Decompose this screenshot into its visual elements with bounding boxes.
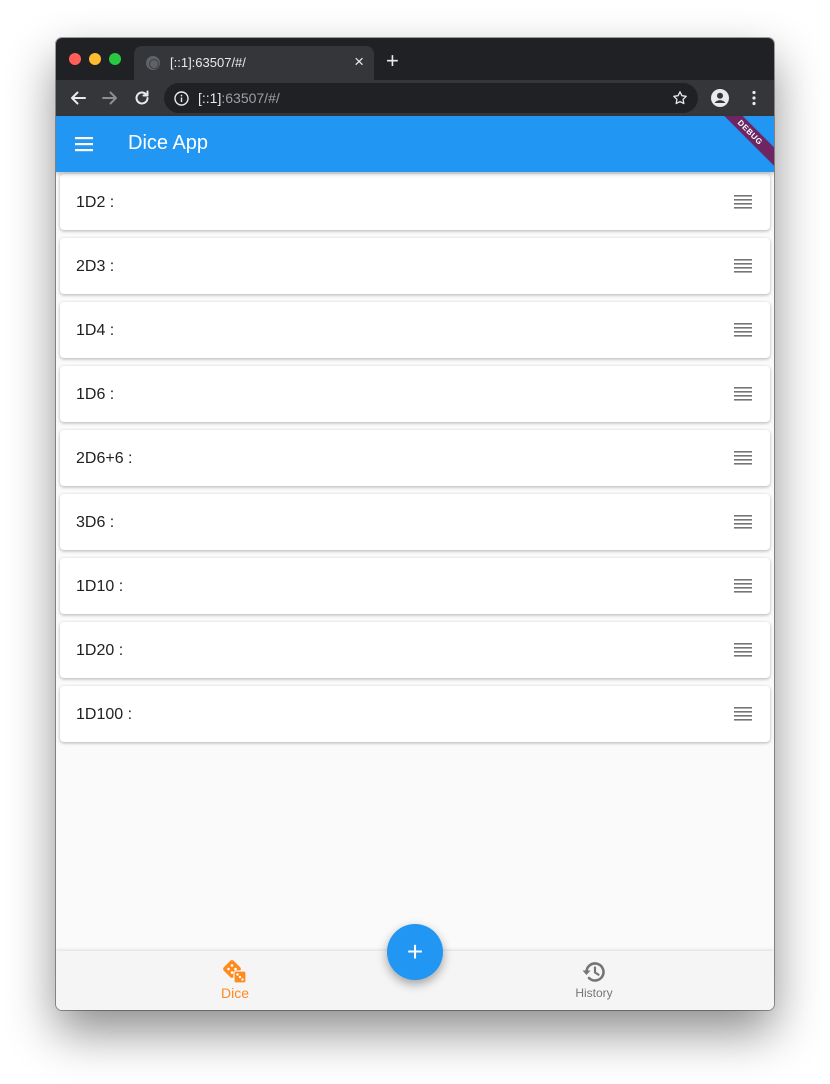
browser-window: [::1]:63507/#/ × + [::1]:63507/#/ Dice A… <box>56 38 774 1010</box>
nav-item-history[interactable]: History <box>534 951 654 1010</box>
dice-icon <box>222 959 248 985</box>
dice-list-item[interactable]: 2D3 : <box>60 238 770 294</box>
dice-list-item[interactable]: 1D6 : <box>60 366 770 422</box>
dice-list-item[interactable]: 2D6+6 : <box>60 430 770 486</box>
minimize-window-button[interactable] <box>89 53 101 65</box>
nav-label-dice: Dice <box>220 985 249 1001</box>
app-bar: Dice App DEBUG <box>56 116 774 172</box>
tab-title: [::1]:63507/#/ <box>170 55 246 70</box>
plus-icon: + <box>406 936 424 967</box>
url-text: [::1]:63507/#/ <box>198 90 280 106</box>
dice-list-item[interactable]: 1D100 : <box>60 686 770 742</box>
dice-label: 1D20 : <box>76 642 124 659</box>
nav-label-history: History <box>575 986 613 1000</box>
drag-handle-icon[interactable] <box>734 707 752 721</box>
dice-list-item[interactable]: 3D6 : <box>60 494 770 550</box>
tab-close-button[interactable]: × <box>354 52 364 72</box>
url-path: :63507/#/ <box>221 90 280 106</box>
more-menu-icon[interactable] <box>744 88 764 108</box>
dice-label: 1D10 : <box>76 578 124 595</box>
drag-handle-icon[interactable] <box>734 195 752 209</box>
dice-label: 1D2 : <box>76 194 115 211</box>
forward-icon[interactable] <box>100 88 120 108</box>
drag-handle-icon[interactable] <box>734 515 752 529</box>
dice-list-item[interactable]: 1D2 : <box>60 174 770 230</box>
maximize-window-button[interactable] <box>109 53 121 65</box>
dice-label: 2D6+6 : <box>76 450 133 467</box>
browser-tab[interactable]: [::1]:63507/#/ × <box>134 46 374 80</box>
page-title: Dice App <box>128 132 209 154</box>
dice-list-item[interactable]: 1D20 : <box>60 622 770 678</box>
dice-label: 3D6 : <box>76 514 115 531</box>
hamburger-menu-icon[interactable] <box>74 134 94 154</box>
dice-list-item[interactable]: 1D4 : <box>60 302 770 358</box>
dice-list-item[interactable]: 1D10 : <box>60 558 770 614</box>
bookmark-star-icon[interactable] <box>672 90 688 111</box>
globe-icon <box>146 56 160 70</box>
dice-label: 1D6 : <box>76 386 115 403</box>
browser-toolbar: [::1]:63507/#/ <box>56 80 774 116</box>
history-icon <box>581 959 607 985</box>
nav-item-dice[interactable]: Dice <box>175 951 295 1010</box>
debug-banner: DEBUG <box>714 116 774 169</box>
add-dice-button[interactable]: + <box>387 924 443 980</box>
info-icon[interactable] <box>174 91 189 111</box>
account-icon[interactable] <box>710 88 730 108</box>
dice-list: 1D2 : 2D3 : 1D4 : 1D6 : 2D6+6 : 3D6 : 1D… <box>60 174 770 750</box>
drag-handle-icon[interactable] <box>734 451 752 465</box>
drag-handle-icon[interactable] <box>734 387 752 401</box>
url-host: [::1] <box>198 90 222 106</box>
tab-strip: [::1]:63507/#/ × + <box>56 38 774 80</box>
close-window-button[interactable] <box>69 53 81 65</box>
new-tab-button[interactable]: + <box>386 49 399 73</box>
dice-label: 1D4 : <box>76 322 115 339</box>
back-icon[interactable] <box>68 88 88 108</box>
drag-handle-icon[interactable] <box>734 579 752 593</box>
drag-handle-icon[interactable] <box>734 643 752 657</box>
reload-icon[interactable] <box>132 88 152 108</box>
address-bar[interactable]: [::1]:63507/#/ <box>164 83 698 113</box>
drag-handle-icon[interactable] <box>734 259 752 273</box>
drag-handle-icon[interactable] <box>734 323 752 337</box>
dice-label: 1D100 : <box>76 706 133 723</box>
dice-label: 2D3 : <box>76 258 115 275</box>
